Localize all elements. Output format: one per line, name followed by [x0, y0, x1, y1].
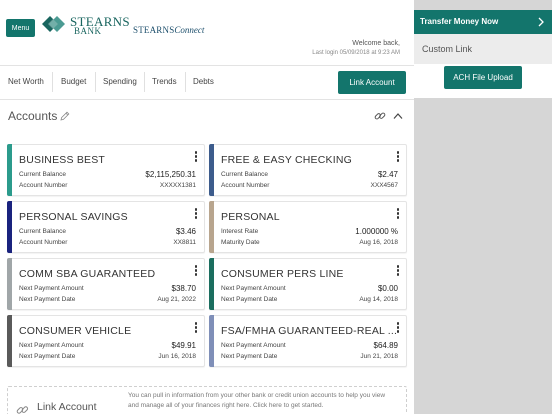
tab-debts[interactable]: Debts: [193, 77, 214, 86]
custom-link-label: Custom Link: [422, 44, 473, 54]
link-chain-icon: [16, 406, 29, 414]
link-account-button[interactable]: Link Account: [338, 71, 406, 94]
link-chain-icon[interactable]: [374, 110, 386, 122]
last-login-text: Last login 05/09/2018 at 9:23 AM: [312, 50, 400, 56]
account-label-1: Next Payment Amount: [221, 285, 286, 292]
kebab-menu-icon[interactable]: [194, 151, 198, 163]
account-label-2: Next Payment Date: [19, 296, 76, 303]
account-value-2: Aug 14, 2018: [359, 296, 398, 303]
card-color-bar: [209, 315, 214, 367]
account-value-2: XXXXX1381: [159, 182, 196, 189]
account-value-2: Jun 16, 2018: [158, 353, 196, 360]
account-label-1: Next Payment Amount: [221, 342, 286, 349]
account-label-1: Next Payment Amount: [19, 342, 84, 349]
tab-budget[interactable]: Budget: [61, 77, 86, 86]
account-card[interactable]: CONSUMER VEHICLE Next Payment Amount $49…: [7, 315, 205, 367]
account-name: FREE & EASY CHECKING: [221, 154, 353, 166]
card-color-bar: [209, 258, 214, 310]
account-card[interactable]: PERSONAL SAVINGS Current Balance $3.46 A…: [7, 201, 205, 253]
card-color-bar: [7, 315, 12, 367]
logo-connect-b: Connect: [174, 25, 205, 35]
account-card[interactable]: COMM SBA GUARANTEED Next Payment Amount …: [7, 258, 205, 310]
accounts-title: Accounts: [8, 109, 58, 123]
account-label-2: Account Number: [19, 239, 68, 246]
account-label-1: Current Balance: [221, 171, 268, 178]
account-value-2: Aug 21, 2022: [157, 296, 196, 303]
account-card[interactable]: FSA/FMHA GUARANTEED-REAL ... Next Paymen…: [209, 315, 407, 367]
card-color-bar: [7, 258, 12, 310]
logo-connect-a: STEARNS: [133, 25, 175, 35]
account-name: COMM SBA GUARANTEED: [19, 268, 156, 280]
chevron-up-icon[interactable]: [393, 112, 403, 120]
account-label-1: Current Balance: [19, 228, 66, 235]
account-value-2: XXX4567: [370, 182, 398, 189]
menu-button[interactable]: Menu: [6, 19, 35, 37]
kebab-menu-icon[interactable]: [396, 208, 400, 220]
transfer-money-label: Transfer Money Now: [420, 17, 499, 26]
account-value-2: Jun 21, 2018: [360, 353, 398, 360]
main-panel: Menu STEARNS BANK STEARNSConnect Welcome…: [0, 0, 414, 414]
account-name: PERSONAL: [221, 211, 280, 223]
stearns-connect-logo: STEARNSConnect: [133, 20, 204, 38]
tab-spending[interactable]: Spending: [103, 77, 137, 86]
account-card[interactable]: BUSINESS BEST Current Balance $2,115,250…: [7, 144, 205, 196]
pencil-icon[interactable]: [60, 111, 70, 121]
tab-divider: [144, 72, 145, 92]
account-label-1: Current Balance: [19, 171, 66, 178]
logo-text-bank: BANK: [74, 26, 102, 36]
account-label-2: Account Number: [19, 182, 68, 189]
account-value-1: 1.000000 %: [355, 227, 398, 236]
account-card[interactable]: FREE & EASY CHECKING Current Balance $2.…: [209, 144, 407, 196]
account-label-1: Interest Rate: [221, 228, 259, 235]
link-account-title[interactable]: Link Account: [37, 401, 97, 413]
tab-divider: [185, 72, 186, 92]
account-value-1: $0.00: [377, 284, 398, 293]
account-name: BUSINESS BEST: [19, 154, 106, 166]
kebab-menu-icon[interactable]: [396, 322, 400, 334]
account-label-2: Next Payment Date: [221, 296, 278, 303]
custom-link-item[interactable]: Custom Link: [414, 34, 552, 64]
account-label-2: Next Payment Date: [221, 353, 278, 360]
tab-divider: [52, 72, 53, 92]
tab-net-worth[interactable]: Net Worth: [8, 77, 44, 86]
card-color-bar: [209, 144, 214, 196]
kebab-menu-icon[interactable]: [194, 265, 198, 277]
account-value-2: Aug 16, 2018: [359, 239, 398, 246]
account-value-1: $49.91: [171, 341, 196, 350]
account-value-1: $3.46: [175, 227, 196, 236]
account-value-1: $2,115,250.31: [145, 170, 196, 179]
account-name: CONSUMER PERS LINE: [221, 268, 344, 280]
account-label-2: Account Number: [221, 182, 270, 189]
kebab-menu-icon[interactable]: [194, 322, 198, 334]
account-value-1: $64.89: [373, 341, 398, 350]
tab-trends[interactable]: Trends: [152, 77, 177, 86]
ach-file-upload-button[interactable]: ACH File Upload: [444, 66, 522, 89]
link-account-description[interactable]: You can pull in information from your ot…: [128, 391, 396, 411]
kebab-menu-icon[interactable]: [396, 265, 400, 277]
transfer-money-now-button[interactable]: Transfer Money Now: [414, 10, 552, 34]
account-label-2: Next Payment Date: [19, 353, 76, 360]
welcome-text: Welcome back,: [352, 40, 400, 47]
stearns-bank-logo[interactable]: STEARNS BANK: [42, 13, 130, 37]
account-value-1: $2.47: [377, 170, 398, 179]
kebab-menu-icon[interactable]: [194, 208, 198, 220]
stearns-logo-mark-icon: [42, 16, 65, 32]
sidebar: Transfer Money Now Custom Link ACH File …: [414, 0, 552, 414]
card-color-bar: [7, 201, 12, 253]
account-value-1: $38.70: [171, 284, 196, 293]
card-color-bar: [209, 201, 214, 253]
header: Menu STEARNS BANK STEARNSConnect Welcome…: [0, 0, 414, 66]
account-card[interactable]: CONSUMER PERS LINE Next Payment Amount $…: [209, 258, 407, 310]
tab-divider: [95, 72, 96, 92]
account-card[interactable]: PERSONAL Interest Rate 1.000000 % Maturi…: [209, 201, 407, 253]
card-color-bar: [7, 144, 12, 196]
chevron-right-icon: [538, 17, 544, 27]
kebab-menu-icon[interactable]: [396, 151, 400, 163]
account-name: FSA/FMHA GUARANTEED-REAL ...: [221, 325, 398, 337]
account-name: CONSUMER VEHICLE: [19, 325, 132, 337]
account-label-2: Maturity Date: [221, 239, 260, 246]
account-name: PERSONAL SAVINGS: [19, 211, 128, 223]
account-value-2: XX8811: [173, 239, 196, 246]
account-label-1: Next Payment Amount: [19, 285, 84, 292]
